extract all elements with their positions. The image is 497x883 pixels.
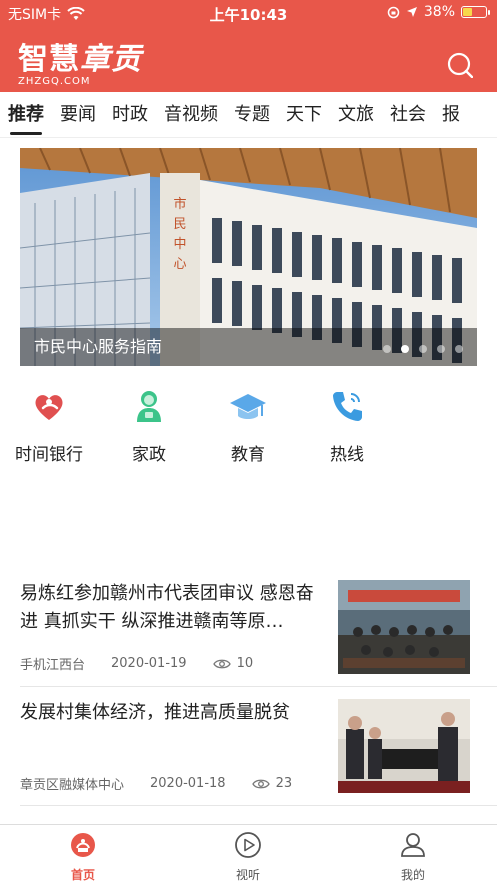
eye-icon — [251, 779, 270, 788]
nav-label: 首页 — [70, 868, 95, 882]
home-logo-icon — [71, 833, 95, 857]
banner-carousel[interactable]: 市 民 中 心 市民中心服务指南 — [20, 148, 477, 366]
phone-icon — [333, 392, 362, 421]
tab-culture-travel[interactable]: 文旅 — [330, 92, 382, 137]
news-views: 23 — [251, 776, 319, 791]
news-meta: 章贡区融媒体中心 2020-01-18 23 — [20, 774, 318, 793]
quick-services: 时间银行 家政 教育 热线 — [0, 386, 497, 466]
news-date: 2020-01-19 — [111, 656, 187, 671]
news-meta: 手机江西台 2020-01-19 10 — [20, 654, 279, 673]
service-hotline[interactable]: 热线 — [302, 386, 392, 465]
graduation-cap-icon — [230, 394, 266, 419]
nav-home[interactable]: 首页 — [43, 831, 123, 883]
housekeeper-icon — [137, 391, 161, 422]
news-view-count: 23 — [275, 776, 293, 791]
news-title: 易炼红参加赣州市代表团审议 感恩奋进 真抓实干 纵深推进赣南等原… — [20, 583, 314, 632]
news-view-count: 10 — [236, 656, 254, 671]
battery-fill — [463, 8, 473, 16]
service-housekeeping[interactable]: 家政 — [104, 386, 194, 465]
nav-audio-video[interactable]: 视听 — [208, 831, 288, 883]
user-icon — [401, 833, 425, 857]
carousel-dot[interactable] — [419, 345, 427, 353]
play-icon — [235, 832, 261, 858]
tab-topics[interactable]: 专题 — [226, 92, 278, 137]
app-logo: 智慧章贡 ZHZGQ.COM — [18, 34, 142, 87]
carousel-dots — [383, 345, 463, 353]
svg-text:心: 心 — [173, 257, 186, 272]
news-divider — [20, 805, 497, 806]
news-item[interactable]: 易炼红参加赣州市代表团审议 感恩奋进 真抓实干 纵深推进赣南等原… 手机江西台 … — [20, 580, 497, 676]
tab-world[interactable]: 天下 — [278, 92, 330, 137]
nav-label: 视听 — [235, 868, 260, 882]
logo-text: 智慧 — [18, 42, 80, 77]
service-label: 热线 — [330, 445, 364, 465]
tab-politics[interactable]: 时政 — [104, 92, 156, 137]
tab-society[interactable]: 社会 — [382, 92, 434, 137]
tab-more[interactable]: 报 — [434, 92, 468, 137]
bottom-nav: 首页 视听 我的 — [0, 824, 497, 883]
news-divider — [20, 686, 497, 687]
tab-news[interactable]: 要闻 — [52, 92, 104, 137]
svg-text:民: 民 — [173, 217, 186, 232]
news-item[interactable]: 发展村集体经济，推进高质量脱贫 章贡区融媒体中心 2020-01-18 23 — [20, 699, 497, 795]
battery-percent: 38% — [423, 4, 455, 20]
logo-script: 章贡 — [80, 42, 142, 77]
service-time-bank[interactable]: 时间银行 — [4, 386, 94, 465]
carousel-dot[interactable] — [383, 345, 391, 353]
tab-recommend[interactable]: 推荐 — [0, 92, 52, 137]
news-date: 2020-01-18 — [150, 776, 226, 791]
search-icon[interactable] — [447, 52, 473, 78]
service-label: 家政 — [132, 445, 166, 465]
news-source: 章贡区融媒体中心 — [20, 778, 125, 793]
tab-audio-video[interactable]: 音视频 — [156, 92, 226, 137]
news-thumbnail — [338, 699, 470, 793]
svg-text:市: 市 — [173, 196, 186, 212]
svg-text:中: 中 — [173, 237, 186, 252]
orientation-lock-icon — [387, 6, 400, 18]
nav-label: 我的 — [400, 868, 425, 882]
category-tabs: 推荐 要闻 时政 音视频 专题 天下 文旅 社会 报 — [0, 92, 497, 138]
news-source: 手机江西台 — [20, 658, 86, 673]
battery-icon — [461, 6, 490, 18]
news-views: 10 — [212, 656, 280, 671]
location-icon — [406, 7, 417, 17]
carousel-dot[interactable] — [455, 345, 463, 353]
nav-profile[interactable]: 我的 — [373, 831, 453, 883]
news-title: 发展村集体经济，推进高质量脱贫 — [20, 702, 290, 723]
carousel-dot[interactable] — [437, 345, 445, 353]
eye-icon — [212, 659, 231, 668]
service-label: 时间银行 — [15, 445, 83, 465]
service-label: 教育 — [231, 445, 265, 465]
carousel-dot-active[interactable] — [401, 345, 409, 353]
news-thumbnail — [338, 580, 470, 674]
status-bar: 无SIM卡 上午10:43 38% — [0, 0, 497, 26]
heart-hand-icon — [35, 395, 63, 420]
app-header: 无SIM卡 上午10:43 38% 智慧章贡 ZHZGQ.COM — [0, 0, 497, 92]
service-education[interactable]: 教育 — [203, 386, 293, 465]
